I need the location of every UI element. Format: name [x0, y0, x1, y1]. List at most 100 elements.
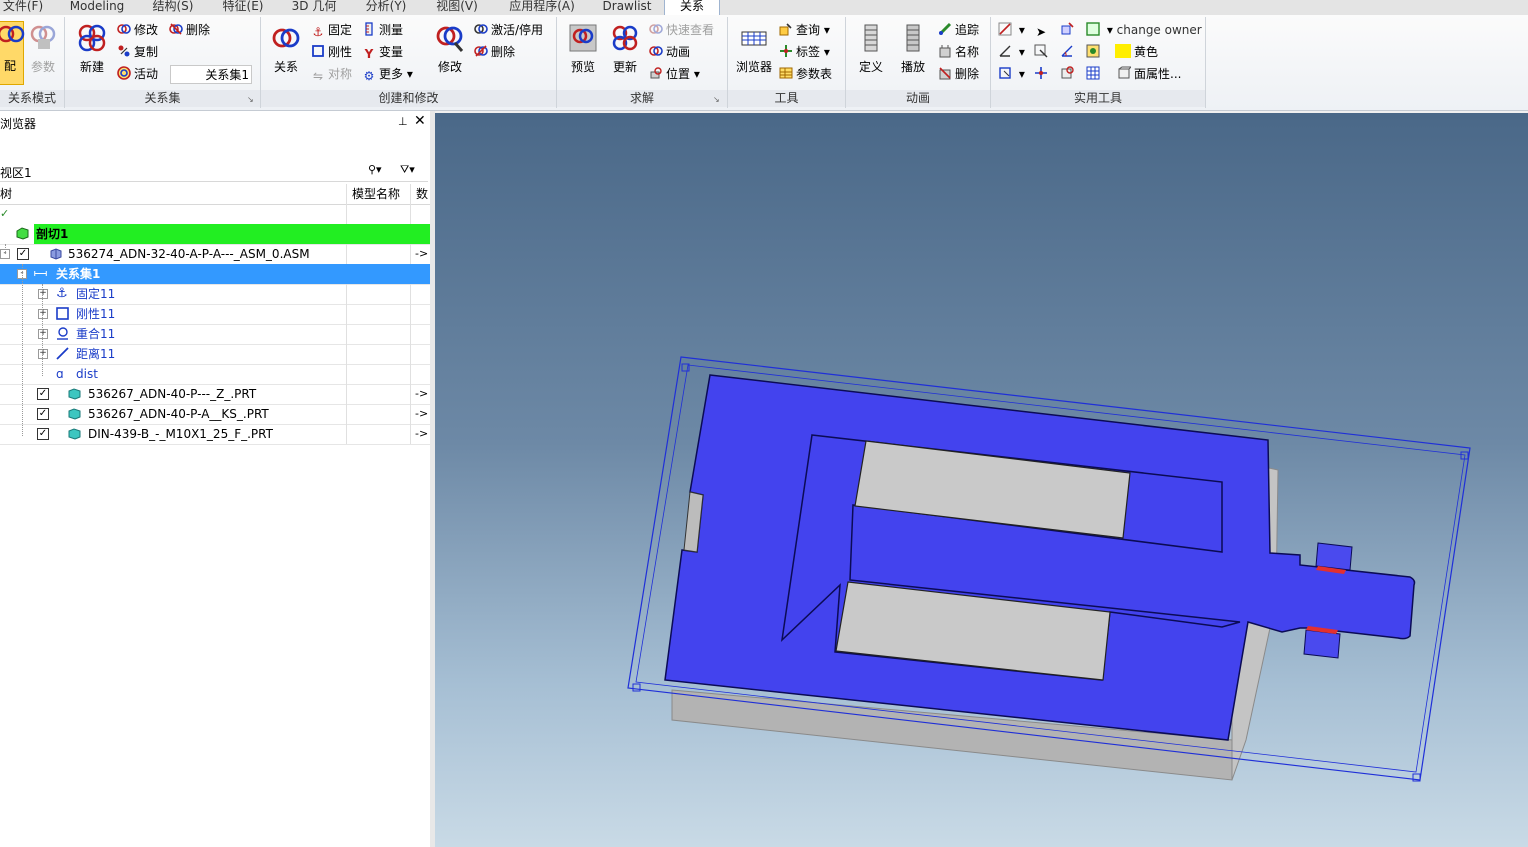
tab-view[interactable]: 视图(V)	[426, 0, 488, 14]
parameter-table-button[interactable]: 参数表	[779, 64, 832, 84]
anim-delete-icon	[939, 67, 951, 80]
yellow-color-button[interactable]: 黄色	[1086, 42, 1158, 62]
rigid-button[interactable]: 刚性	[311, 42, 352, 62]
relation-button[interactable]: 关系	[266, 23, 306, 75]
activate-icon	[474, 24, 488, 34]
tab-file[interactable]: 文件(F)	[0, 0, 54, 14]
tree-row-fixed[interactable]: + ⚓ 固定11	[0, 284, 430, 305]
tree-row-coincident[interactable]: + 重合11	[0, 324, 430, 345]
quick-view-button[interactable]: 快速查看	[649, 20, 714, 40]
column-count[interactable]: 数	[416, 184, 428, 204]
parameter-mode-button[interactable]: 参数	[26, 23, 60, 75]
symmetric-button[interactable]: ⇋ 对称	[311, 64, 352, 84]
corner-handle[interactable]	[632, 683, 641, 692]
delete-relation-button[interactable]: 删除	[474, 42, 515, 62]
visibility-checkbox[interactable]: ✓	[37, 428, 49, 440]
tab-3d-geometry[interactable]: 3D 几何	[282, 0, 346, 14]
solve-launcher-icon[interactable]: ↘	[713, 95, 720, 104]
row-label: 536274_ADN-32-40-A-P-A---_ASM_0.ASM	[68, 247, 310, 261]
query-button[interactable]: 查询 ▾	[779, 20, 830, 40]
green-box-icon	[1086, 22, 1100, 36]
close-icon[interactable]: ✕	[414, 113, 426, 129]
anim-name-button[interactable]: 名称	[938, 42, 979, 62]
tree-row-part[interactable]: ✓ DIN-439-B_-_M10X1_25_F_.PRT ->	[0, 424, 430, 445]
track-label: 追踪	[955, 23, 980, 37]
relation-set-combo[interactable]: 关系集1	[170, 65, 252, 84]
util-measure-button[interactable]	[1060, 42, 1077, 62]
binoculars-icon[interactable]: ⚲▾	[368, 163, 382, 176]
track-button[interactable]: 追踪	[938, 20, 979, 40]
cell-divider	[410, 384, 411, 404]
ruler-icon	[365, 22, 373, 36]
tab-modeling[interactable]: Modeling	[62, 0, 132, 14]
change-owner-label: change owner	[1116, 23, 1202, 37]
util-select-dropdown[interactable]: ▾	[998, 64, 1025, 84]
row-highlight	[34, 224, 430, 244]
util-move-button[interactable]	[1060, 20, 1077, 40]
util-angle-dropdown[interactable]: ▾	[998, 42, 1025, 62]
util-check-button[interactable]	[1060, 64, 1077, 84]
util-pick-button[interactable]	[1034, 42, 1051, 62]
active-relation-set-button[interactable]: 活动	[117, 64, 158, 84]
modify-magnifier-icon	[436, 26, 464, 52]
cell-divider	[346, 364, 347, 384]
delete-relation-set-button[interactable]: 删除	[169, 20, 210, 40]
column-model-name[interactable]: 模型名称	[352, 184, 400, 204]
face-attributes-button[interactable]: 面属性...	[1086, 64, 1181, 84]
tab-analysis[interactable]: 分析(Y)	[355, 0, 417, 14]
modify-relation-set-button[interactable]: 修改	[117, 20, 158, 40]
tree-row-section1[interactable]: 剖切1	[0, 224, 430, 245]
filter-icon[interactable]: ⛛▾	[400, 163, 415, 177]
copy-relation-set-button[interactable]: 复制	[117, 42, 158, 62]
anim-delete-button[interactable]: 删除	[938, 64, 979, 84]
util-transform-button[interactable]	[1034, 64, 1051, 84]
position-button[interactable]: 位置 ▾	[649, 64, 700, 84]
film-define-icon	[864, 24, 878, 52]
cell-divider	[346, 404, 347, 424]
measure-button[interactable]: 测量	[362, 20, 403, 40]
visibility-checkbox[interactable]: ✓	[37, 388, 49, 400]
new-relation-set-button[interactable]: 新建	[72, 23, 112, 75]
tree-row-distance[interactable]: + 距离11	[0, 344, 430, 365]
tab-relations[interactable]: 关系	[664, 0, 720, 15]
3d-viewport[interactable]	[435, 113, 1528, 847]
tree-row-part[interactable]: ✓ 536267_ADN-40-P---_Z_.PRT ->	[0, 384, 430, 405]
pin-icon[interactable]: ⊥	[398, 115, 408, 128]
section-view-model	[627, 356, 1471, 782]
view-name[interactable]: 视区1	[0, 164, 32, 181]
change-owner-button[interactable]: ▾ change owner	[1086, 20, 1202, 40]
animation-button[interactable]: 动画	[649, 42, 690, 62]
browser-button[interactable]: 浏览器	[732, 23, 776, 75]
row-label: 536267_ADN-40-P-A__KS_.PRT	[88, 407, 269, 421]
tab-features[interactable]: 特征(E)	[212, 0, 274, 14]
row-label: DIN-439-B_-_M10X1_25_F_.PRT	[88, 427, 273, 441]
tab-applications[interactable]: 应用程序(A)	[497, 0, 587, 14]
cell-divider	[410, 424, 411, 444]
relation-set-launcher-icon[interactable]: ↘	[247, 95, 254, 104]
tab-drawlist[interactable]: Drawlist	[596, 0, 658, 14]
update-button[interactable]: 更新	[606, 23, 644, 75]
util-line-dropdown[interactable]: ▾	[998, 20, 1025, 40]
assembly-mode-button[interactable]: 配	[0, 21, 25, 85]
variable-button[interactable]: Y 变量	[362, 42, 403, 62]
tree-row-assembly[interactable]: - ✓ 536274_ADN-32-40-A-P-A---_ASM_0.ASM …	[0, 244, 430, 265]
modify-relation-button[interactable]: 修改	[430, 23, 470, 75]
tree-row-dist[interactable]: ɑ dist	[0, 364, 430, 385]
tree-row-rigid[interactable]: + 刚性11	[0, 304, 430, 325]
column-tree[interactable]: 树	[0, 184, 12, 204]
rigid-label: 刚性	[328, 45, 353, 59]
fixed-button[interactable]: ⚓ 固定	[311, 20, 352, 40]
visibility-checkbox[interactable]: ✓	[37, 408, 49, 420]
tree-row-relation-set[interactable]: - 关系集1	[0, 264, 430, 285]
tab-structure[interactable]: 结构(S)	[142, 0, 204, 14]
play-animation-button[interactable]: 播放	[894, 23, 932, 75]
define-animation-button[interactable]: 定义	[852, 23, 890, 75]
more-button[interactable]: ⚙ 更多 ▾	[362, 64, 413, 84]
play-animation-label: 播放	[900, 60, 925, 74]
activate-deactivate-button[interactable]: 激活/停用	[474, 20, 543, 40]
util-pointer-button[interactable]: ➤	[1034, 20, 1051, 40]
tag-button[interactable]: 标签 ▾	[779, 42, 830, 62]
tree-row-part[interactable]: ✓ 536267_ADN-40-P-A__KS_.PRT ->	[0, 404, 430, 425]
preview-button[interactable]: 预览	[564, 23, 602, 75]
visibility-checkbox[interactable]: ✓	[17, 248, 29, 260]
